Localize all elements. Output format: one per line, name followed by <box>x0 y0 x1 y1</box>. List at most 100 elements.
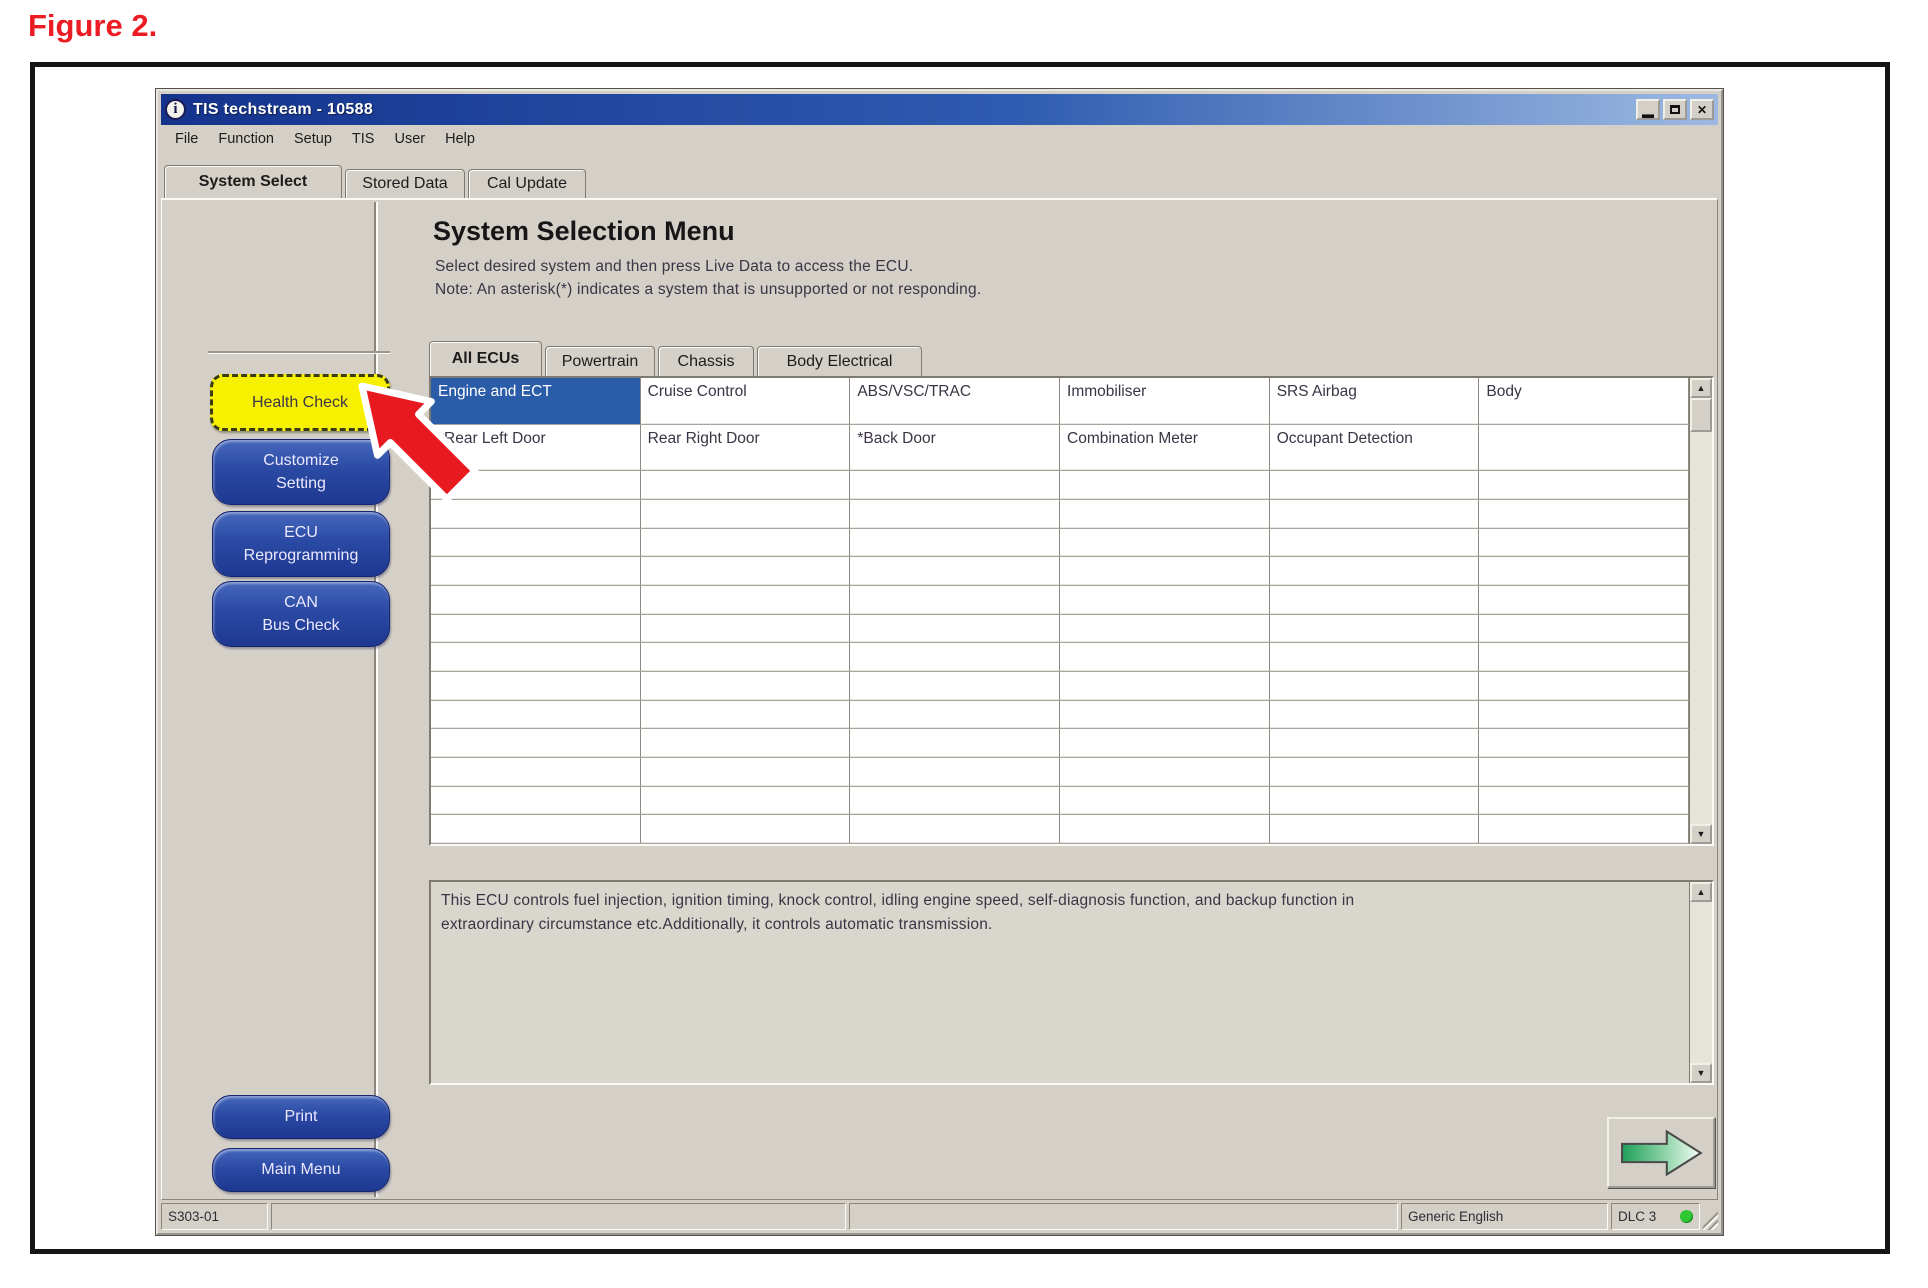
menu-tis[interactable]: TIS <box>342 128 385 150</box>
ecu-cell-empty[interactable] <box>431 529 641 557</box>
ecu-cell[interactable]: Rear Right Door <box>641 425 851 471</box>
ecu-cell-empty[interactable] <box>641 471 851 499</box>
ecu-cell-empty[interactable] <box>850 500 1060 528</box>
next-button[interactable] <box>1607 1117 1715 1188</box>
ecu-cell-empty[interactable] <box>1270 586 1480 614</box>
menu-help[interactable]: Help <box>435 128 485 150</box>
ecu-cell-empty[interactable] <box>1270 529 1480 557</box>
ecu-cell-empty[interactable] <box>641 643 851 671</box>
menu-setup[interactable]: Setup <box>284 128 342 150</box>
ecu-cell-empty[interactable] <box>641 586 851 614</box>
ecu-cell-empty[interactable] <box>431 672 641 700</box>
close-button[interactable]: ✕ <box>1690 99 1714 120</box>
ecu-cell-empty[interactable] <box>1479 500 1689 528</box>
ecu-cell[interactable]: SRS Airbag <box>1270 378 1480 424</box>
ecu-cell-empty[interactable] <box>1270 615 1480 643</box>
tab-stored-data[interactable]: Stored Data <box>345 169 465 198</box>
tab-chassis[interactable]: Chassis <box>658 346 754 376</box>
ecu-cell[interactable]: Immobiliser <box>1060 378 1270 424</box>
ecu-cell-empty[interactable] <box>1270 557 1480 585</box>
ecu-cell-empty[interactable] <box>1479 643 1689 671</box>
ecu-cell-empty[interactable] <box>431 815 641 843</box>
ecu-cell-empty[interactable] <box>850 758 1060 786</box>
ecu-cell-empty[interactable] <box>641 787 851 815</box>
ecu-cell-empty[interactable] <box>1270 815 1480 843</box>
ecu-cell-empty[interactable] <box>431 758 641 786</box>
ecu-cell-empty[interactable] <box>641 557 851 585</box>
ecu-cell-empty[interactable] <box>1479 615 1689 643</box>
tab-powertrain[interactable]: Powertrain <box>545 346 655 376</box>
tab-cal-update[interactable]: Cal Update <box>468 169 586 198</box>
ecu-cell-empty[interactable] <box>641 672 851 700</box>
ecu-cell-empty[interactable] <box>1479 672 1689 700</box>
ecu-cell-empty[interactable] <box>431 586 641 614</box>
ecu-cell-empty[interactable] <box>1479 787 1689 815</box>
scroll-track[interactable] <box>1690 902 1712 1063</box>
table-scrollbar[interactable]: ▲ ▼ <box>1689 378 1712 844</box>
main-menu-button[interactable]: Main Menu <box>212 1148 390 1192</box>
ecu-cell-empty[interactable] <box>641 701 851 729</box>
menu-file[interactable]: File <box>165 128 208 150</box>
scroll-up-icon[interactable]: ▲ <box>1690 882 1712 902</box>
ecu-cell-empty[interactable] <box>850 557 1060 585</box>
scroll-thumb[interactable] <box>1690 398 1712 432</box>
resize-grip-icon[interactable] <box>1703 1203 1718 1230</box>
ecu-cell-empty[interactable] <box>850 586 1060 614</box>
ecu-cell-empty[interactable] <box>431 557 641 585</box>
ecu-cell-empty[interactable] <box>1479 815 1689 843</box>
ecu-cell-empty[interactable] <box>1060 471 1270 499</box>
scroll-track[interactable] <box>1690 432 1712 824</box>
ecu-cell-empty[interactable] <box>1479 557 1689 585</box>
ecu-cell-empty[interactable] <box>1060 586 1270 614</box>
ecu-cell-empty[interactable] <box>1479 529 1689 557</box>
ecu-cell-empty[interactable] <box>1479 758 1689 786</box>
ecu-cell-empty[interactable] <box>850 672 1060 700</box>
ecu-cell-empty[interactable] <box>1060 787 1270 815</box>
ecu-cell-empty[interactable] <box>1060 500 1270 528</box>
ecu-cell-empty[interactable] <box>1270 729 1480 757</box>
ecu-cell[interactable]: Cruise Control <box>641 378 851 424</box>
ecu-cell-empty[interactable] <box>641 815 851 843</box>
ecu-cell-empty[interactable] <box>431 701 641 729</box>
ecu-cell-empty[interactable] <box>1479 701 1689 729</box>
scroll-up-icon[interactable]: ▲ <box>1690 378 1712 398</box>
ecu-cell-empty[interactable] <box>641 758 851 786</box>
ecu-cell-empty[interactable] <box>850 529 1060 557</box>
ecu-cell[interactable]: Body <box>1479 378 1689 424</box>
scroll-down-icon[interactable]: ▼ <box>1690 824 1712 844</box>
ecu-cell-empty[interactable] <box>1270 758 1480 786</box>
ecu-cell-empty[interactable] <box>1060 643 1270 671</box>
description-scrollbar[interactable]: ▲ ▼ <box>1689 882 1712 1083</box>
menu-function[interactable]: Function <box>208 128 284 150</box>
ecu-cell-empty[interactable] <box>1479 729 1689 757</box>
ecu-cell-empty[interactable] <box>1060 672 1270 700</box>
ecu-cell-empty[interactable] <box>1060 701 1270 729</box>
scroll-down-icon[interactable]: ▼ <box>1690 1063 1712 1083</box>
ecu-cell-empty[interactable] <box>431 787 641 815</box>
tab-system-select[interactable]: System Select <box>164 165 342 198</box>
tab-all-ecus[interactable]: All ECUs <box>429 341 542 376</box>
ecu-cell-empty[interactable] <box>641 529 851 557</box>
ecu-cell-empty[interactable] <box>641 615 851 643</box>
ecu-cell-empty[interactable] <box>850 701 1060 729</box>
ecu-cell[interactable]: ABS/VSC/TRAC <box>850 378 1060 424</box>
ecu-cell-empty[interactable] <box>1060 529 1270 557</box>
ecu-cell[interactable]: Combination Meter <box>1060 425 1270 471</box>
ecu-cell-empty[interactable] <box>1270 701 1480 729</box>
ecu-cell-empty[interactable] <box>1270 787 1480 815</box>
maximize-button[interactable] <box>1663 99 1687 120</box>
minimize-button[interactable]: ▬ <box>1636 99 1660 120</box>
ecu-cell[interactable]: *Back Door <box>850 425 1060 471</box>
ecu-cell-empty[interactable] <box>1060 758 1270 786</box>
ecu-cell-empty[interactable] <box>1270 643 1480 671</box>
ecu-cell-empty[interactable] <box>641 500 851 528</box>
ecu-cell-empty[interactable] <box>1479 471 1689 499</box>
ecu-cell-empty[interactable] <box>1270 500 1480 528</box>
print-button[interactable]: Print <box>212 1095 390 1139</box>
ecu-cell-empty[interactable] <box>1479 425 1689 471</box>
ecu-cell-empty[interactable] <box>850 729 1060 757</box>
ecu-cell-empty[interactable] <box>1060 729 1270 757</box>
ecu-cell-empty[interactable] <box>850 643 1060 671</box>
can-bus-check-button[interactable]: CAN Bus Check <box>212 581 390 647</box>
ecu-cell-empty[interactable] <box>1060 557 1270 585</box>
